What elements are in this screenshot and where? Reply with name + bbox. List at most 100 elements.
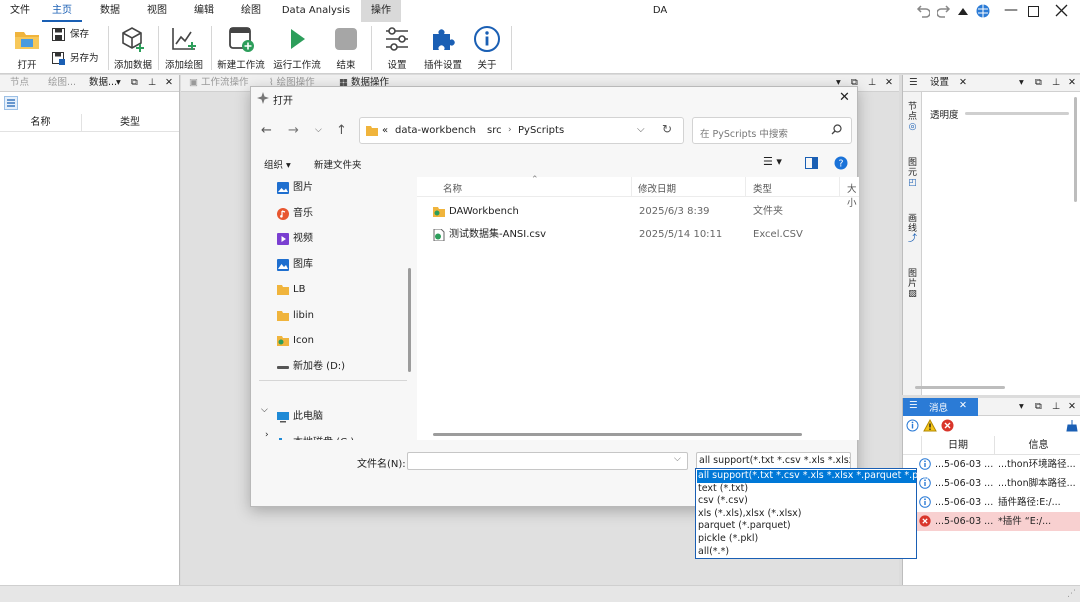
address-bar[interactable]: « data-workbench › src › PyScripts ⌵ ↻ [359, 117, 684, 144]
save-as-button[interactable]: 另存为 [52, 50, 99, 68]
tab-nodes[interactable]: 节点 [10, 75, 29, 91]
filename-input[interactable]: ⌵ [407, 452, 688, 470]
pin-panel-icon[interactable]: ⊥ [1052, 399, 1060, 415]
side-tab-lines[interactable]: 画线 ⤴ [907, 214, 918, 244]
file-type-option-pickle[interactable]: pickle (*.pkl) [697, 533, 916, 546]
float-panel-icon[interactable]: ⧉ [1035, 399, 1042, 415]
maximize-icon[interactable] [1028, 6, 1039, 17]
preview-pane-icon[interactable] [805, 157, 818, 169]
file-row[interactable]: 测试数据集-ANSI.csv 2025/5/14 10:11 Excel.CSV [417, 224, 857, 246]
view-options-icon[interactable]: ☰ ▾ [763, 155, 782, 168]
column-header-type[interactable]: 类型 [82, 114, 178, 132]
up-arrow-icon[interactable]: ↑ [336, 123, 347, 138]
pin-panel-icon[interactable]: ⊥ [868, 75, 876, 91]
column-header-name[interactable]: 名称 [0, 114, 82, 132]
help-icon[interactable]: ? [834, 156, 848, 170]
file-type-option-all[interactable]: all(*.*) [697, 546, 916, 559]
breadcrumb-src[interactable]: src [487, 125, 502, 136]
tab-data[interactable]: 数据... [89, 75, 117, 91]
tab-plots[interactable]: 绘图... [48, 75, 76, 91]
file-row[interactable]: DAWorkbench 2025/6/3 8:39 文件夹 [417, 201, 857, 223]
file-type-option-csv[interactable]: csv (*.csv) [697, 495, 916, 508]
organize-button[interactable]: 组织 ▾ [264, 157, 291, 171]
add-plot-button[interactable]: 添加绘图 [162, 22, 206, 74]
error-filter-icon[interactable] [941, 419, 954, 432]
new-workflow-button[interactable]: 新建工作流 [214, 22, 268, 74]
panel-dropdown-icon[interactable]: ▾ [1019, 399, 1024, 415]
tab-messages[interactable]: ☰ 消息 ✕ [903, 398, 978, 416]
undo-icon[interactable] [916, 4, 930, 18]
close-panel-icon[interactable]: ✕ [165, 75, 173, 91]
expand-chevron-icon[interactable]: ⌵ [261, 405, 268, 415]
panel-dropdown-icon[interactable]: ▾ [116, 75, 121, 91]
back-arrow-icon[interactable]: ← [261, 123, 272, 138]
address-dropdown-icon[interactable]: ⌵ [637, 124, 645, 135]
close-panel-icon[interactable]: ✕ [1068, 75, 1076, 91]
tab-home[interactable]: 主页 [42, 0, 82, 22]
breadcrumb-pyscripts[interactable]: PyScripts [518, 125, 564, 136]
clear-messages-icon[interactable] [1066, 419, 1078, 432]
refresh-icon[interactable]: ↻ [662, 122, 672, 136]
settings-button[interactable]: 设置 [380, 22, 414, 74]
column-header-date[interactable]: 修改日期 [638, 181, 676, 195]
pin-panel-icon[interactable]: ⊥ [148, 75, 156, 91]
vertical-scrollbar[interactable] [1074, 97, 1077, 202]
recent-locations-icon[interactable]: ⌵ [315, 125, 322, 135]
run-workflow-button[interactable]: 运行工作流 [270, 22, 324, 74]
plugin-settings-button[interactable]: 插件设置 [420, 22, 466, 74]
collapse-chevron-icon[interactable]: › [265, 430, 269, 440]
tab-edit[interactable]: 编辑 [184, 0, 224, 22]
file-type-option-all-support[interactable]: all support(*.txt *.csv *.xls *.xlsx *.p… [697, 470, 930, 483]
pin-panel-icon[interactable]: ⊥ [1052, 75, 1060, 91]
tab-plot[interactable]: 绘图 [231, 0, 271, 22]
close-tab-icon[interactable]: ✕ [959, 75, 967, 91]
tab-data-analysis[interactable]: Data Analysis [280, 0, 352, 22]
file-type-option-txt[interactable]: text (*.txt) [697, 483, 916, 496]
message-row-error[interactable]: ...5-06-03 ... *插件 “E:/... [903, 512, 1080, 531]
panel-dropdown-icon[interactable]: ▾ [1019, 75, 1024, 91]
warning-filter-icon[interactable] [923, 419, 937, 432]
about-button[interactable]: 关于 [470, 22, 504, 74]
end-button[interactable]: 结束 [328, 22, 364, 74]
column-header-type[interactable]: 类型 [753, 181, 772, 195]
tab-file[interactable]: 文件 [0, 0, 40, 22]
new-folder-button[interactable]: 新建文件夹 [314, 157, 362, 171]
column-header-date[interactable]: 日期 [921, 436, 995, 455]
file-type-option-xls[interactable]: xls (*.xls),xlsx (*.xlsx) [697, 508, 916, 521]
breadcrumb-data-workbench[interactable]: data-workbench [395, 125, 476, 136]
breadcrumb-overflow[interactable]: « [382, 125, 388, 136]
float-panel-icon[interactable]: ⧉ [131, 75, 138, 91]
tab-operation[interactable]: 操作 [361, 0, 401, 22]
close-tab-icon[interactable]: ✕ [959, 400, 967, 411]
minimize-icon[interactable]: — [1002, 0, 1020, 22]
tab-view[interactable]: 视图 [137, 0, 177, 22]
file-type-option-parquet[interactable]: parquet (*.parquet) [697, 520, 916, 533]
collapse-ribbon-icon[interactable] [957, 5, 969, 17]
side-tab-images[interactable]: 图片 ▨ [907, 269, 918, 299]
search-input[interactable]: 在 PyScripts 中搜索 [692, 117, 852, 144]
filename-dropdown-icon[interactable]: ⌵ [674, 454, 681, 464]
close-panel-icon[interactable]: ✕ [1068, 399, 1076, 415]
add-data-button[interactable]: 添加数据 [112, 22, 154, 74]
tab-data[interactable]: 数据 [90, 0, 130, 22]
tab-settings[interactable]: 设置 [930, 75, 949, 91]
opacity-slider[interactable] [965, 112, 1069, 115]
save-button[interactable]: 保存 [52, 26, 89, 44]
horizontal-scrollbar[interactable] [915, 386, 1005, 389]
dialog-close-icon[interactable]: ✕ [839, 90, 850, 105]
theme-icon[interactable] [975, 3, 991, 19]
side-tab-elements[interactable]: 图元 ◰ [907, 158, 918, 188]
close-panel-icon[interactable]: ✕ [885, 75, 893, 91]
side-tab-nodes[interactable]: 节点 ◎ [907, 102, 918, 132]
resize-grip-icon[interactable]: ⋰ [1067, 589, 1076, 599]
column-header-info[interactable]: 信息 [996, 436, 1080, 455]
redo-icon[interactable] [937, 4, 951, 18]
nav-scrollbar[interactable] [408, 268, 411, 372]
close-window-icon[interactable] [1055, 4, 1068, 17]
tab-workflow-ops[interactable]: ▣ 工作流操作 [189, 75, 249, 91]
file-list-scrollbar[interactable] [433, 433, 802, 436]
float-panel-icon[interactable]: ⧉ [1035, 75, 1042, 91]
info-filter-icon[interactable] [906, 419, 919, 432]
forward-arrow-icon[interactable]: → [288, 123, 299, 138]
column-header-name[interactable]: 名称 [443, 181, 462, 195]
